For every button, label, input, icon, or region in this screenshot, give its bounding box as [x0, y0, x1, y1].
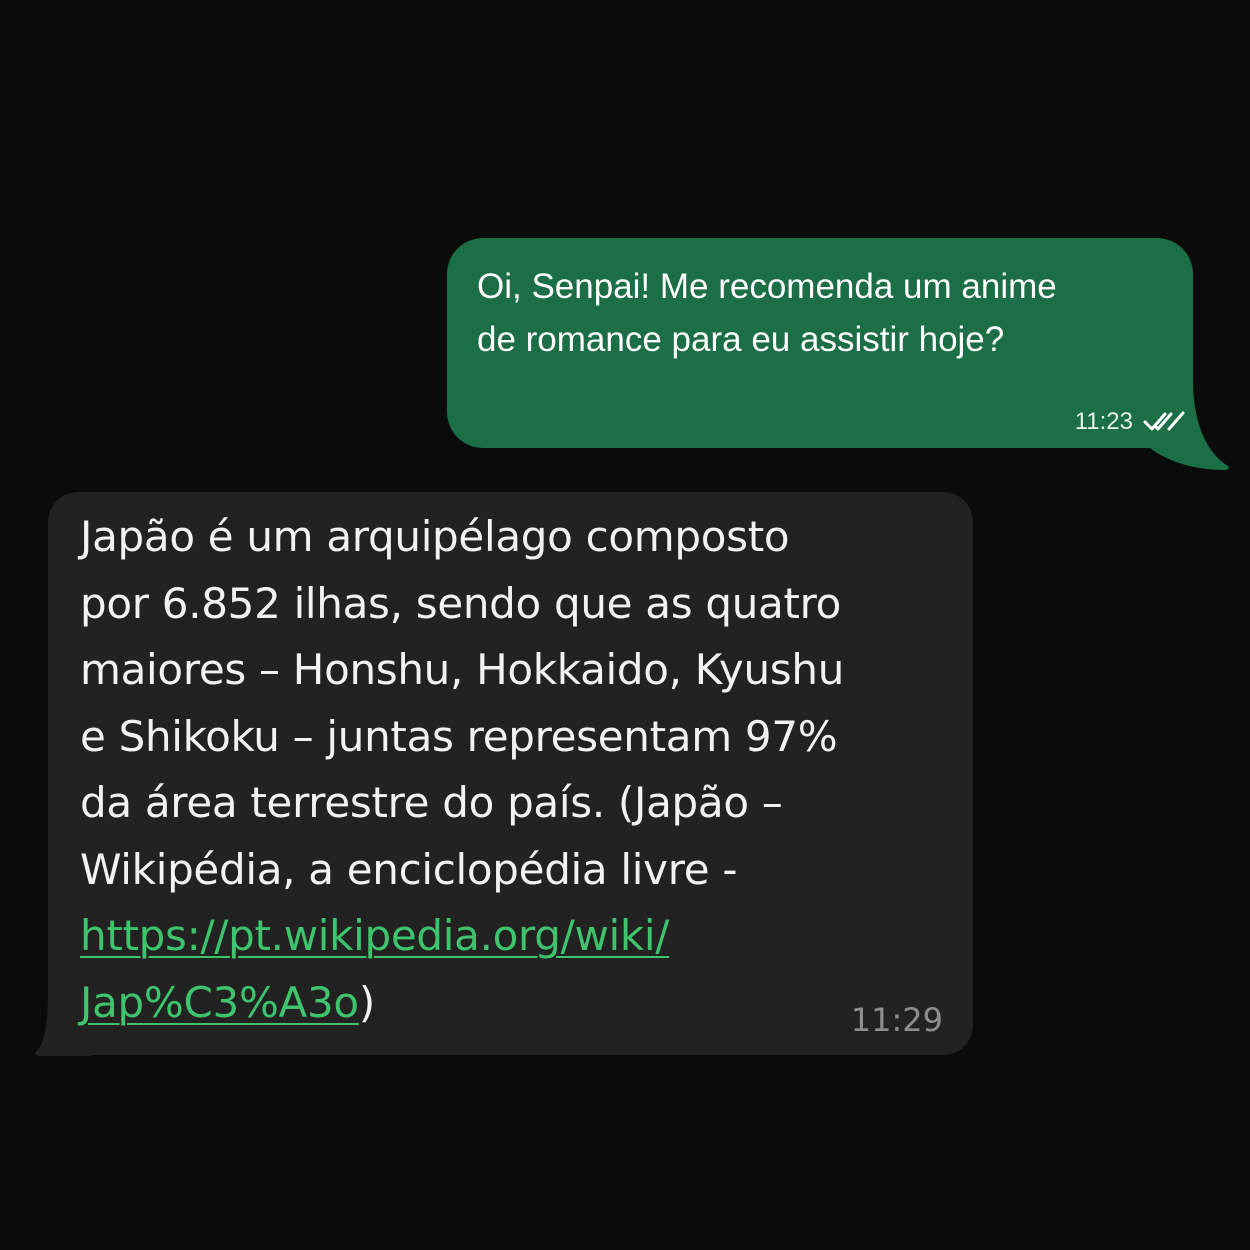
- incoming-message-time: 11:29: [850, 1001, 943, 1039]
- incoming-message-bubble[interactable]: Japão é um arquipélago composto por 6.85…: [48, 492, 973, 1055]
- wikipedia-link-part-2[interactable]: Jap%C3%A3o: [80, 978, 359, 1027]
- message-line: da área terrestre do país. (Japão –: [80, 778, 783, 827]
- wikipedia-link-part-1[interactable]: https://pt.wikipedia.org/wiki/: [80, 911, 669, 960]
- outgoing-message-time: 11:23: [1074, 408, 1133, 435]
- outgoing-message-bubble[interactable]: Oi, Senpai! Me recomenda um anime de rom…: [447, 238, 1193, 448]
- message-line: e Shikoku – juntas representam 97%: [80, 711, 838, 761]
- message-line: maiores – Honshu, Hokkaido, Kyushu: [80, 645, 845, 694]
- outgoing-message-text: Oi, Senpai! Me recomenda um anime de rom…: [477, 267, 1057, 359]
- message-link-line: Jap%C3%A3o): [80, 970, 943, 1037]
- message-line: Japão é um arquipélago composto: [80, 512, 790, 561]
- message-link-line: https://pt.wikipedia.org/wiki/: [80, 903, 943, 970]
- closing-parenthesis: ): [358, 977, 375, 1027]
- double-check-read-icon: [1143, 411, 1185, 431]
- message-line: Wikipédia, a enciclopédia livre -: [80, 844, 738, 894]
- incoming-message-text: Japão é um arquipélago composto por 6.85…: [80, 504, 943, 1036]
- chat-view: Oi, Senpai! Me recomenda um anime de rom…: [0, 0, 1250, 1250]
- outgoing-message-meta: 11:23: [1075, 408, 1185, 436]
- message-line: por 6.852 ilhas, sendo que as quatro: [80, 578, 842, 628]
